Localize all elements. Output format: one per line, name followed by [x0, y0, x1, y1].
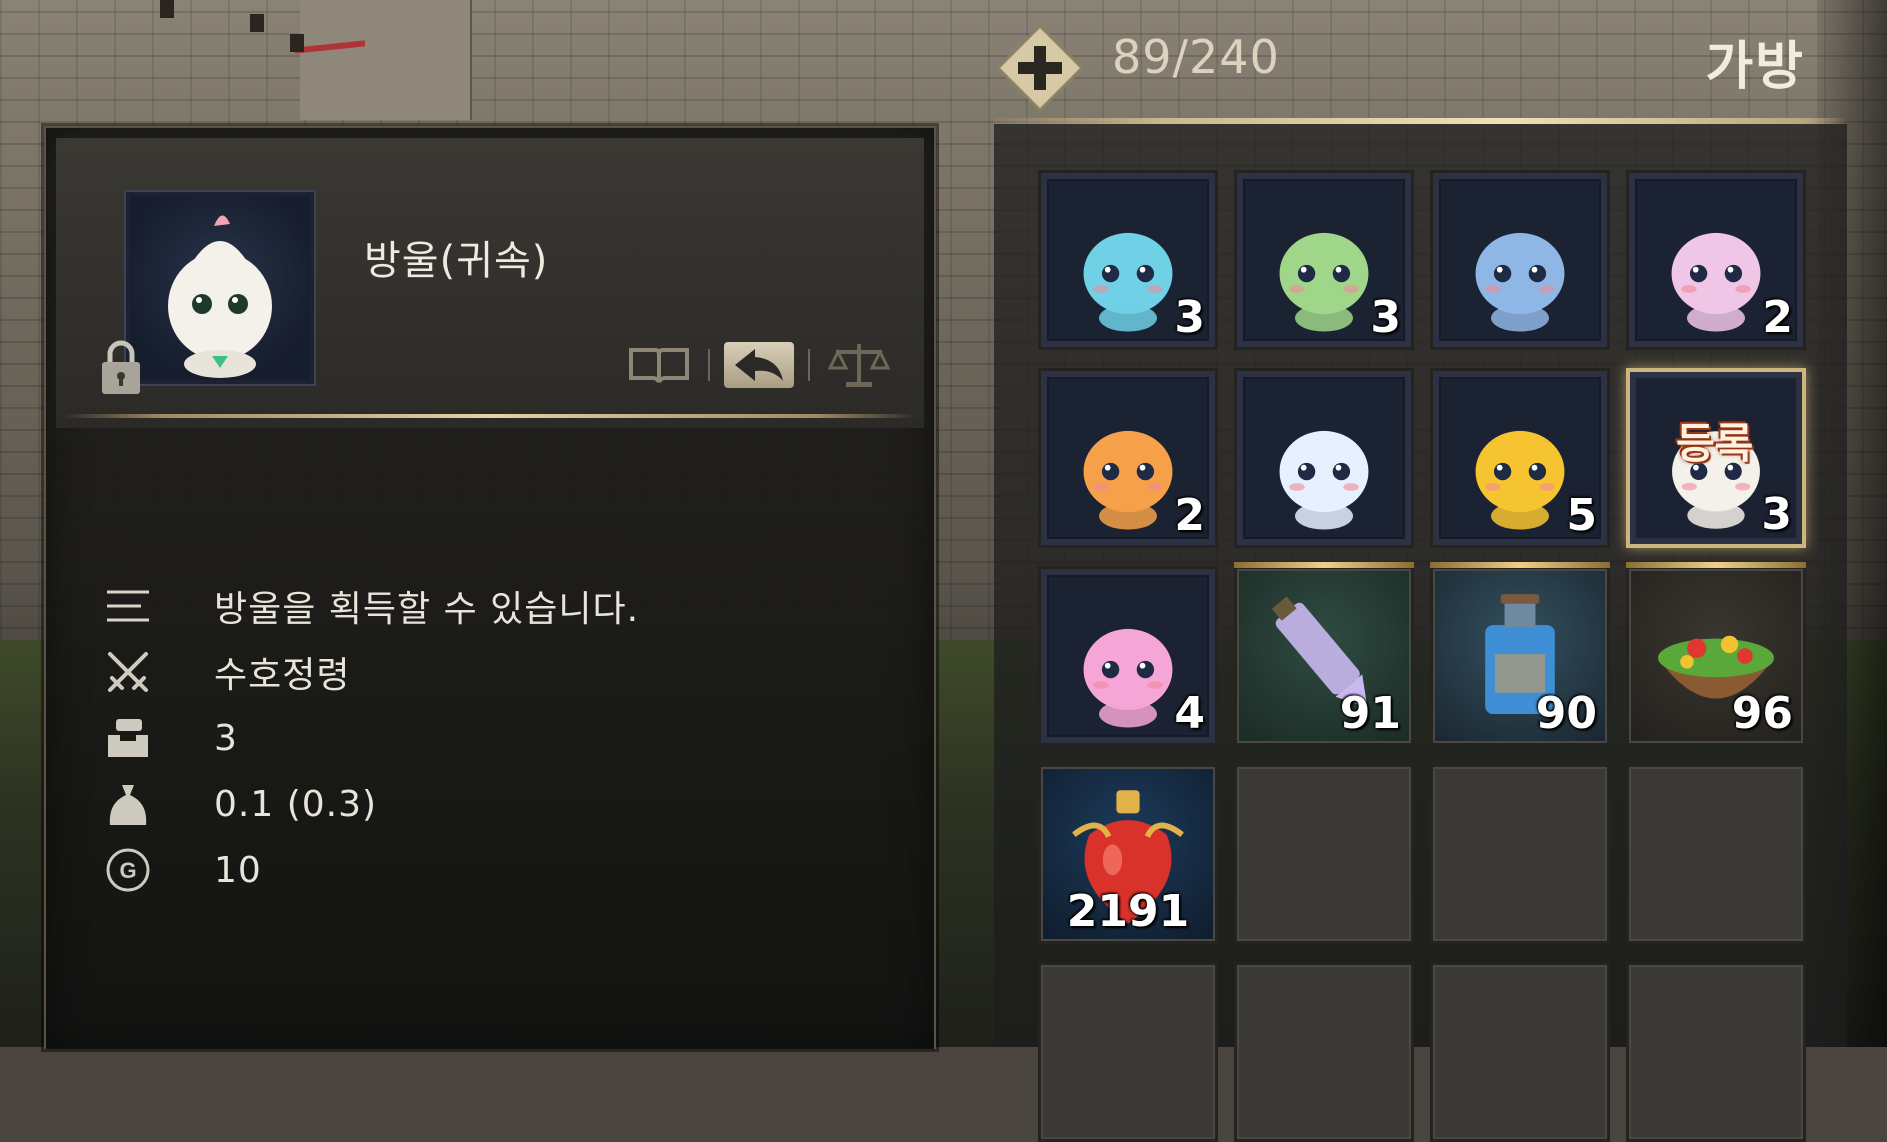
bag-slot-empty[interactable] — [1626, 962, 1806, 1142]
book-button[interactable] — [624, 342, 694, 388]
bag-slot-empty[interactable] — [1234, 764, 1414, 944]
detail-text: 수호정령 — [214, 655, 351, 696]
item-name: 방울(귀속) — [364, 238, 549, 284]
bag-slot-yellow-chick-spirit[interactable]: 5 — [1430, 368, 1610, 548]
bag-slot-orange-puffer-spirit[interactable]: 2 — [1038, 368, 1218, 548]
item-tooltip-panel: 방울(귀속) 방울을 획득할 수 있습니다. 수호정령 3 0.1 (0.3) … — [44, 126, 936, 1049]
bag-slot-green-leaf-spirit[interactable]: 3 — [1234, 170, 1414, 350]
detail-text: 0.1 (0.3) — [214, 783, 378, 825]
item-quantity: 96 — [1731, 688, 1793, 739]
item-quantity: 2 — [1762, 292, 1793, 343]
bag-slot-white-feather-spirit[interactable] — [1234, 368, 1414, 548]
registered-badge: 등록 — [1676, 419, 1754, 468]
detail-text: 방울을 획득할 수 있습니다. — [214, 589, 640, 630]
padlock-icon — [102, 340, 140, 394]
tower-window — [160, 0, 174, 18]
bag-slot-pink-ghost-spirit[interactable]: 4 — [1038, 566, 1218, 746]
item-quantity: 4 — [1174, 688, 1205, 739]
bag-capacity: 89/240 — [1112, 30, 1280, 84]
item-quantity: 90 — [1535, 688, 1597, 739]
bag-slot-blue-fin-spirit[interactable]: 3 — [1038, 170, 1218, 350]
tower-window — [290, 34, 304, 52]
detail-count: 3 — [104, 714, 237, 762]
item-quantity: 3 — [1370, 292, 1401, 343]
bag-slot-pink-crown-spirit[interactable]: 2 — [1626, 170, 1806, 350]
item-quantity: 91 — [1339, 688, 1401, 739]
action-separator — [708, 349, 710, 381]
item-quantity: 5 — [1566, 490, 1597, 541]
bag-slot-blue-potion[interactable]: 90 — [1430, 562, 1610, 746]
bag-slot-empty[interactable] — [1430, 764, 1610, 944]
item-quantity: 3 — [1761, 489, 1792, 540]
item-quantity: 2 — [1174, 490, 1205, 541]
svg-text:G: G — [119, 858, 136, 883]
bag-slot-red-elixir[interactable]: 2191 — [1038, 764, 1218, 944]
bag-top-divider — [994, 118, 1847, 124]
share-arrow-icon — [735, 349, 783, 381]
book-icon — [629, 348, 689, 383]
weight-bag-icon — [104, 780, 152, 828]
white-feather-spirit-icon — [1279, 430, 1369, 530]
bag-expand-button[interactable] — [994, 22, 1086, 114]
bag-slot-blue-bunny-spirit[interactable] — [1430, 170, 1610, 350]
bag-slot-empty[interactable] — [1234, 962, 1414, 1142]
tower-window — [250, 14, 264, 32]
stack-count-icon — [104, 714, 152, 762]
scale-icon — [828, 344, 890, 387]
bag-title: 가방 — [1705, 37, 1805, 97]
bag-slot-crystal-elixir[interactable]: 91 — [1234, 562, 1414, 746]
scale-button[interactable] — [824, 342, 894, 388]
detail-weight: 0.1 (0.3) — [104, 780, 376, 828]
detail-category: 수호정령 — [104, 648, 349, 696]
gold-coin-icon: G — [104, 846, 152, 894]
description-lines-icon — [104, 582, 152, 630]
share-button[interactable] — [724, 342, 794, 388]
item-portrait — [124, 190, 316, 386]
item-quantity: 2191 — [1066, 886, 1190, 937]
detail-text: 3 — [214, 717, 238, 759]
detail-price: G 10 — [104, 846, 261, 894]
header-divider — [62, 414, 918, 418]
bag-slot-empty[interactable] — [1430, 962, 1610, 1142]
detail-description: 방울을 획득할 수 있습니다. — [104, 582, 638, 630]
bag-slot-empty[interactable] — [1038, 962, 1218, 1142]
tooltip-actions — [624, 342, 894, 388]
plus-icon — [995, 23, 1085, 113]
bag-slot-white-bud-spirit[interactable]: 등록 3 — [1626, 368, 1806, 548]
blue-bunny-spirit-icon — [1475, 232, 1565, 332]
tooltip-header: 방울(귀속) — [56, 138, 924, 428]
action-separator — [808, 349, 810, 381]
item-quantity: 3 — [1174, 292, 1205, 343]
bag-slot-salad-bowl[interactable]: 96 — [1626, 562, 1806, 746]
bag-slot-empty[interactable] — [1626, 764, 1806, 944]
castle-tower — [300, 0, 472, 120]
detail-text: 10 — [214, 849, 262, 891]
white-bud-spirit-icon — [168, 215, 272, 378]
crossed-swords-icon — [104, 648, 152, 696]
